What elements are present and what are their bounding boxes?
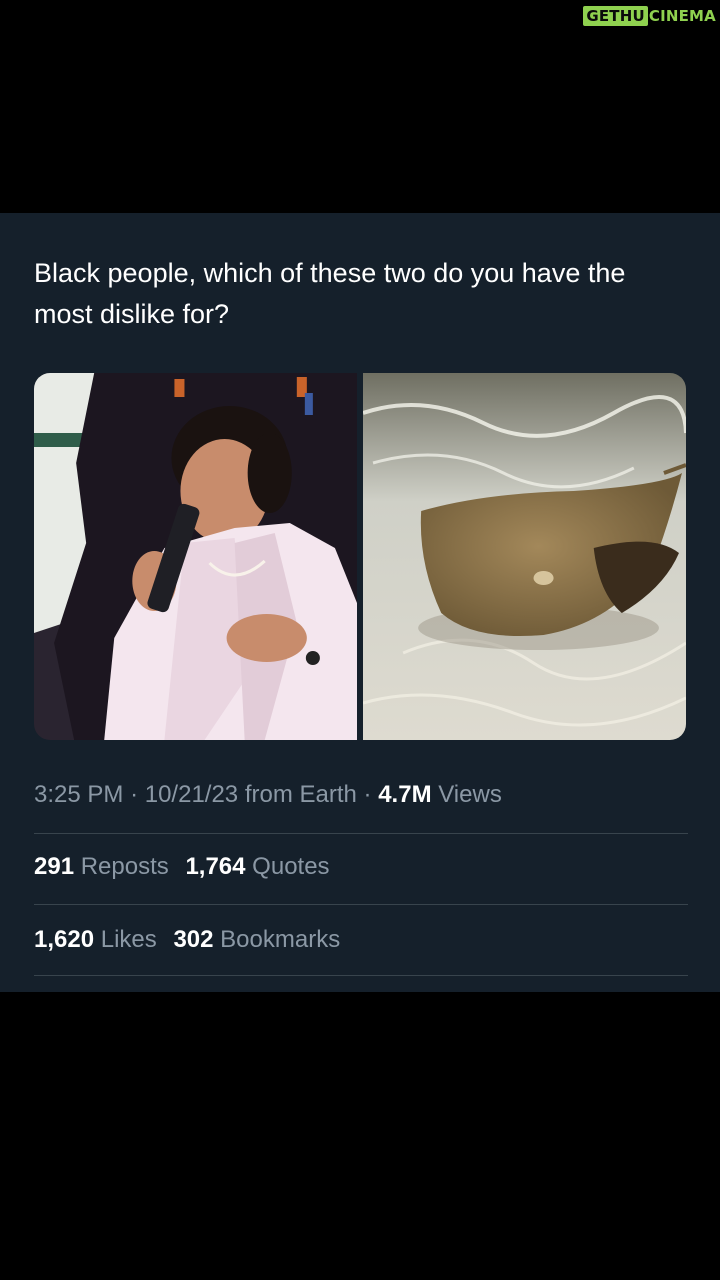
quotes-stat[interactable]: 1,764 Quotes bbox=[185, 853, 329, 881]
tweet-media-grid bbox=[34, 373, 686, 740]
reposts-stat[interactable]: 291 Reposts bbox=[34, 853, 169, 881]
bookmarks-count: 302 bbox=[173, 926, 214, 953]
tweet-meta-line: 3:25 PM · 10/21/23 from Earth · 4.7M Vie… bbox=[34, 781, 502, 809]
video-frame: GETHU CINEMA Black people, which of these… bbox=[0, 0, 720, 1280]
tweet-text: Black people, which of these two do you … bbox=[34, 258, 626, 329]
engagement-row-reposts: 291 Reposts 1,764 Quotes bbox=[34, 853, 340, 881]
likes-count: 1,620 bbox=[34, 926, 95, 953]
photo-woman-singing-icon bbox=[34, 373, 357, 740]
quotes-label: Quotes bbox=[252, 853, 330, 880]
meta-separator: · bbox=[363, 781, 372, 808]
likes-stat[interactable]: 1,620 Likes bbox=[34, 926, 157, 954]
reposts-label: Reposts bbox=[80, 853, 169, 880]
tweet-date[interactable]: 10/21/23 bbox=[145, 781, 238, 808]
likes-label: Likes bbox=[100, 926, 157, 953]
meta-separator: · bbox=[130, 781, 139, 808]
quotes-count: 1,764 bbox=[185, 853, 246, 880]
tweet-image-woman-singing[interactable] bbox=[34, 373, 357, 740]
tweet-card: Black people, which of these two do you … bbox=[0, 213, 720, 992]
photo-stingray-icon bbox=[363, 373, 686, 740]
tweet-time[interactable]: 3:25 PM bbox=[34, 781, 123, 808]
channel-watermark: GETHU CINEMA bbox=[583, 6, 716, 26]
watermark-right: CINEMA bbox=[648, 7, 716, 25]
bookmarks-label: Bookmarks bbox=[220, 926, 341, 953]
divider bbox=[34, 904, 688, 905]
watermark-left: GETHU bbox=[583, 6, 648, 26]
tweet-source: from Earth bbox=[244, 781, 357, 808]
tweet-image-stingray[interactable] bbox=[363, 373, 686, 740]
engagement-row-likes: 1,620 Likes 302 Bookmarks bbox=[34, 926, 350, 954]
divider bbox=[34, 833, 688, 834]
bookmarks-stat[interactable]: 302 Bookmarks bbox=[173, 926, 340, 954]
views-count: 4.7M bbox=[378, 781, 432, 808]
divider bbox=[34, 975, 688, 976]
views-label: Views bbox=[438, 781, 502, 808]
reposts-count: 291 bbox=[34, 853, 75, 880]
